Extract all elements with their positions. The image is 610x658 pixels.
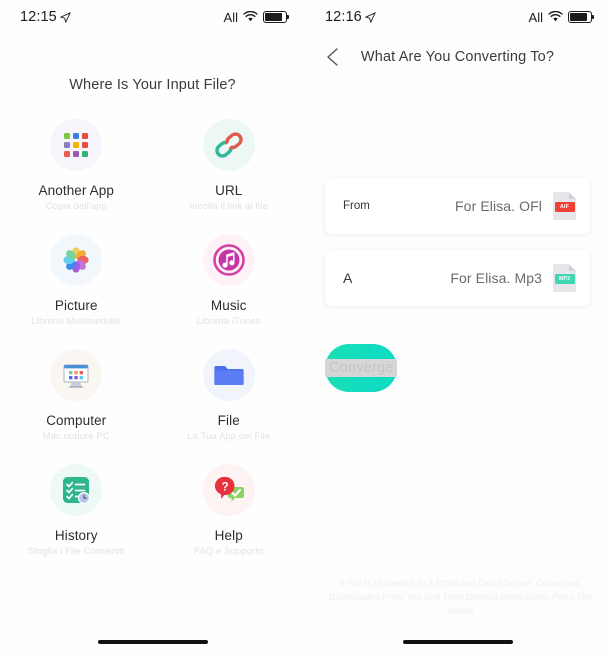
privacy-disclaimer: Il File Is Uploaded To A Protected Cloud… — [328, 578, 593, 616]
file-type-icon-mp3: MP3 — [553, 264, 576, 292]
location-arrow-icon — [59, 11, 71, 23]
question-check-icon: ? — [202, 464, 255, 516]
tile-sublabel: Libreria iTunes — [196, 316, 261, 327]
wifi-icon — [243, 11, 258, 22]
navigation-bar: What Are You Converting To? — [305, 34, 610, 80]
home-indicator-right — [402, 640, 513, 644]
page-title: Where Is Your Input File? — [69, 77, 236, 93]
folder-icon — [202, 349, 255, 401]
tile-sublabel: Incolla il link al file — [189, 201, 268, 212]
home-indicator-left — [97, 640, 208, 644]
tile-computer[interactable]: Computer Mac oppure PC — [0, 349, 153, 442]
tile-sublabel: FAQ e Supporto — [193, 546, 264, 557]
wifi-icon — [548, 11, 563, 22]
card-key: From — [343, 200, 370, 212]
convert-button-label: Converge — [325, 359, 398, 377]
file-badge: MP3 — [554, 274, 575, 284]
tile-label: History — [54, 528, 98, 543]
status-bar-left: 12:15 All — [0, 0, 305, 34]
tile-sublabel: Sfoglia i File Convertiti — [27, 546, 125, 557]
tile-another-app[interactable]: Another App Copia dall'app — [0, 119, 153, 212]
tile-label: File — [217, 413, 240, 428]
tile-label: Help — [214, 528, 243, 543]
tile-url[interactable]: URL Incolla il link al file — [153, 119, 306, 212]
tile-file[interactable]: File La Tua App dei File — [153, 349, 306, 442]
tile-sublabel: Mac oppure PC — [42, 431, 110, 442]
convert-button[interactable]: Converge — [325, 344, 398, 392]
tile-label: Another App — [38, 183, 114, 198]
card-value: For Elisa. OFl — [455, 198, 542, 214]
link-chain-icon — [202, 119, 255, 171]
location-arrow-icon — [364, 11, 376, 23]
status-clock: 12:15 — [20, 9, 57, 25]
status-bar-right: 12:16 All — [305, 0, 610, 34]
tile-music[interactable]: Music Libreria iTunes — [153, 234, 306, 327]
status-left-group: 12:15 — [20, 9, 71, 25]
tile-sublabel: Copia dall'app — [45, 201, 107, 212]
tile-picture[interactable]: Picture Libreria Multimediale — [0, 234, 153, 327]
card-from[interactable]: From For Elisa. OFl AIF — [325, 178, 590, 234]
svg-text:?: ? — [221, 481, 228, 493]
page-title: What Are You Converting To? — [360, 49, 555, 65]
screen-input-source: 12:15 All Where Is Your Input File? Anot… — [0, 0, 305, 658]
tile-label: Music — [210, 298, 247, 313]
carrier-label: All — [528, 9, 543, 25]
photos-flower-icon — [50, 234, 103, 286]
source-tile-grid: Another App Copia dall'app URL Incolla i… — [0, 119, 305, 557]
status-right-group: All — [223, 9, 290, 25]
card-key: A — [343, 270, 353, 286]
card-to[interactable]: A For Elisa. Mp3 MP3 — [325, 250, 590, 306]
status-clock: 12:16 — [325, 9, 362, 25]
battery-icon — [263, 11, 290, 23]
tile-history[interactable]: History Sfoglia i File Convertiti — [0, 464, 153, 557]
back-arrow-icon[interactable] — [323, 46, 345, 68]
file-badge: AIF — [554, 202, 575, 212]
status-left-group: 12:16 — [325, 9, 376, 25]
tile-label: Picture — [54, 298, 98, 313]
card-value: For Elisa. Mp3 — [450, 270, 542, 286]
tile-sublabel: Libreria Multimediale — [31, 316, 122, 327]
checklist-clock-icon — [50, 464, 103, 516]
tile-sublabel: La Tua App dei File — [187, 431, 271, 442]
app-grid-icon — [50, 119, 103, 171]
tile-label: URL — [215, 183, 243, 198]
dual-screenshot: 12:15 All Where Is Your Input File? Anot… — [0, 0, 610, 658]
screen-convert-target: 12:16 All What Are You Converting To? Fr… — [305, 0, 610, 658]
conversion-cards: From For Elisa. OFl AIF A For Elisa. Mp3… — [305, 178, 610, 306]
itunes-note-icon — [202, 234, 255, 286]
tile-help[interactable]: ? Help FAQ e Supporto — [153, 464, 306, 557]
battery-icon — [568, 11, 595, 23]
carrier-label: All — [223, 9, 238, 25]
tile-label: Computer — [46, 413, 107, 428]
file-type-icon-aif: AIF — [553, 192, 576, 220]
desktop-computer-icon — [50, 349, 103, 401]
status-right-group: All — [528, 9, 595, 25]
